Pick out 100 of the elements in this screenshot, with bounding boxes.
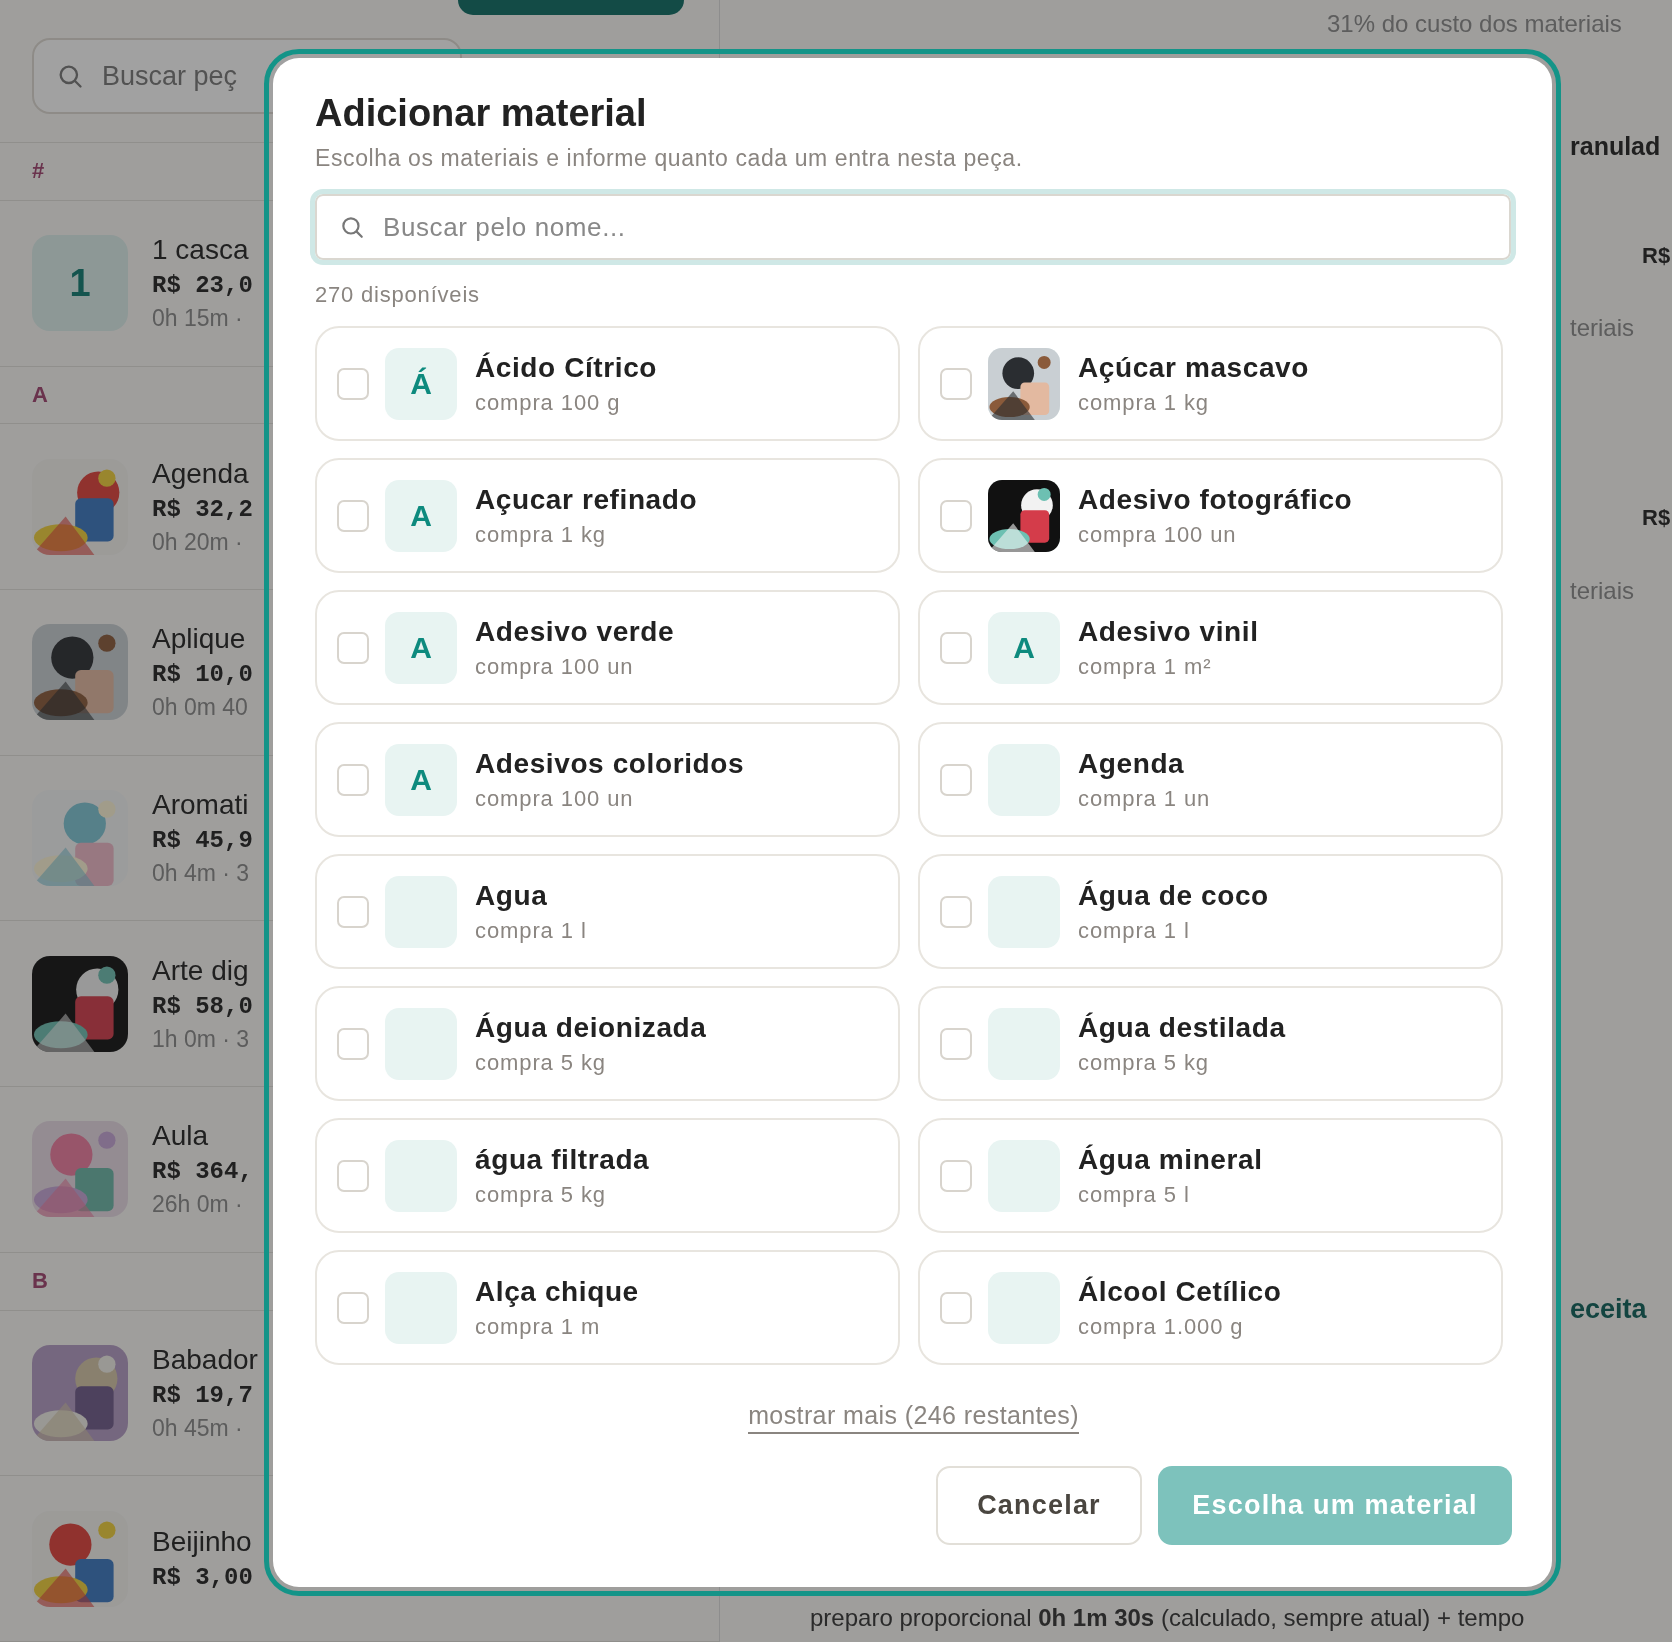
purchase-unit: compra 1 kg <box>1078 389 1210 416</box>
checkbox[interactable] <box>940 367 972 400</box>
purchase-unit: compra 100 un <box>475 785 635 812</box>
material-option[interactable]: A Adesivo verde compra 100 un <box>315 590 900 705</box>
purchase-unit: compra 1.000 g <box>1078 1313 1245 1340</box>
piece-meta: 26h 0m · <box>152 1191 244 1219</box>
text-fragment: ranulad <box>1570 131 1661 162</box>
checkbox[interactable] <box>337 631 369 664</box>
piece-meta: 1h 0m · 3 <box>152 1025 251 1053</box>
text-fragment: teriais <box>1570 576 1635 606</box>
piece-meta: 0h 4m · 3 <box>152 860 251 888</box>
letter-tile: Á <box>385 347 457 420</box>
purchase-unit: compra 100 g <box>475 389 622 416</box>
piece-meta: 0h 45m · <box>152 1414 244 1442</box>
piece-name: Arte dig <box>152 954 250 987</box>
checkbox[interactable] <box>337 1027 369 1060</box>
show-more-link[interactable]: mostrar mais (246 restantes) <box>748 1401 1079 1434</box>
purchase-unit: compra 1 m² <box>1078 653 1213 680</box>
purchase-unit: compra 1 kg <box>475 521 607 548</box>
production-time-text: preparo proporcional 0h 1m 30s (calculado, sempre atual) + tempo <box>810 1604 1525 1632</box>
section-letter: A <box>32 381 48 408</box>
purchase-unit: compra 5 kg <box>475 1181 607 1208</box>
piece-price: R$ 23,0 <box>152 272 253 300</box>
piece-price: R$ 45,9 <box>152 827 253 855</box>
available-count: 270 disponíveis <box>315 282 481 308</box>
purchase-unit: compra 1 un <box>1078 785 1211 812</box>
checkbox[interactable] <box>940 895 972 928</box>
material-name: Agua <box>475 879 549 912</box>
letter-tile: A <box>385 611 457 684</box>
add-button[interactable] <box>458 0 684 15</box>
piece-price: R$ 32,2 <box>152 495 253 523</box>
material-option[interactable]: Á Ácido Cítrico compra 100 g <box>315 326 900 441</box>
piece-meta: 0h 0m 40 <box>152 694 249 722</box>
purchase-unit: compra 5 kg <box>475 1049 607 1076</box>
material-name: Água deionizada <box>475 1011 707 1044</box>
letter-tile: A <box>988 611 1060 684</box>
purchase-unit: compra 5 kg <box>1078 1049 1210 1076</box>
letter-tile: A <box>385 743 457 816</box>
material-name: Água de coco <box>1078 879 1269 912</box>
checkbox[interactable] <box>337 1291 369 1324</box>
section-letter: # <box>32 158 45 185</box>
purchase-unit: compra 100 un <box>1078 521 1238 548</box>
piece-price: R$ 3,00 <box>152 1564 253 1592</box>
checkbox[interactable] <box>337 763 369 796</box>
material-name: Agenda <box>1078 747 1186 780</box>
piece-name: Aula <box>152 1120 210 1153</box>
material-option[interactable]: água filtrada compra 5 kg <box>315 1118 900 1233</box>
text-fragment: R$ <box>1642 504 1671 532</box>
purchase-unit: compra 5 l <box>1078 1181 1191 1208</box>
material-option[interactable]: A Açucar refinado compra 1 kg <box>315 458 900 573</box>
material-name: Álcool Cetílico <box>1078 1275 1282 1308</box>
material-option[interactable]: A Adesivo vinil compra 1 m² <box>918 590 1503 705</box>
checkbox[interactable] <box>940 1159 972 1192</box>
material-option[interactable]: Água deionizada compra 5 kg <box>315 986 900 1101</box>
checkbox[interactable] <box>940 499 972 532</box>
material-option[interactable]: Alça chique compra 1 m <box>315 1250 900 1365</box>
piece-price: R$ 364, <box>152 1158 253 1186</box>
purchase-unit: compra 1 l <box>1078 917 1191 944</box>
text-fragment: 31% do custo dos materiais <box>1327 9 1622 39</box>
text-fragment: teriais <box>1570 313 1635 343</box>
purchase-unit: compra 1 m <box>475 1313 602 1340</box>
material-option[interactable]: Açúcar mascavo compra 1 kg <box>918 326 1503 441</box>
checkbox[interactable] <box>337 895 369 928</box>
cancel-button[interactable]: Cancelar <box>936 1466 1142 1545</box>
checkbox[interactable] <box>940 1291 972 1324</box>
material-option[interactable]: Água mineral compra 5 l <box>918 1118 1503 1233</box>
piece-meta: 0h 20m · <box>152 528 244 556</box>
text-fragment: R$ <box>1642 242 1671 270</box>
material-option[interactable]: Água destilada compra 5 kg <box>918 986 1503 1101</box>
material-option[interactable]: Agenda compra 1 un <box>918 722 1503 837</box>
piece-price: R$ 19,7 <box>152 1381 254 1409</box>
checkbox[interactable] <box>337 1159 369 1192</box>
checkbox[interactable] <box>940 631 972 664</box>
material-name: Ácido Cítrico <box>475 351 658 384</box>
material-name: Adesivos coloridos <box>475 747 745 780</box>
material-option[interactable]: Adesivo fotográfico compra 100 un <box>918 458 1503 573</box>
checkbox[interactable] <box>337 367 369 400</box>
material-name: água filtrada <box>475 1143 650 1176</box>
material-option[interactable]: Água de coco compra 1 l <box>918 854 1503 969</box>
dialog-subtitle: Escolha os materiais e informe quanto cada um entra nesta peça. <box>315 145 1024 172</box>
material-name: Alça chique <box>475 1275 639 1308</box>
letter-tile: 1 <box>32 235 128 332</box>
piece-price: R$ 58,0 <box>152 992 253 1020</box>
material-option[interactable]: Agua compra 1 l <box>315 854 900 969</box>
material-name: Adesivo fotográfico <box>1078 483 1353 516</box>
piece-name: Agenda <box>152 457 250 490</box>
piece-name: Aromati <box>152 789 250 822</box>
piece-price: R$ 10,0 <box>152 661 253 689</box>
material-option[interactable]: Álcool Cetílico compra 1.000 g <box>918 1250 1503 1365</box>
piece-meta: 0h 15m · <box>152 305 244 333</box>
checkbox[interactable] <box>337 499 369 532</box>
material-option[interactable]: A Adesivos coloridos compra 100 un <box>315 722 900 837</box>
material-name: Água destilada <box>1078 1011 1286 1044</box>
material-name: Açucar refinado <box>475 483 698 516</box>
checkbox[interactable] <box>940 1027 972 1060</box>
piece-name: Babador <box>152 1343 258 1376</box>
link[interactable]: eceita <box>1570 1293 1647 1325</box>
material-name: Adesivo vinil <box>1078 615 1259 648</box>
material-name: Água mineral <box>1078 1143 1263 1176</box>
checkbox[interactable] <box>940 763 972 796</box>
